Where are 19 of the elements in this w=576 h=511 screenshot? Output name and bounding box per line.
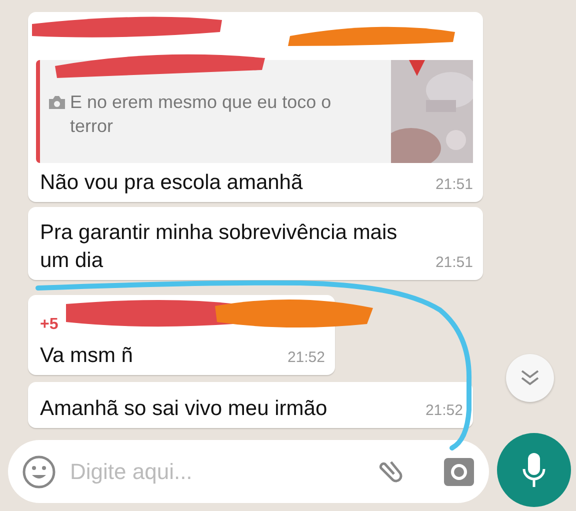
message-time: 21:51 bbox=[435, 174, 473, 194]
composer-bar[interactable]: Digite aqui... bbox=[8, 440, 489, 503]
camera-icon bbox=[48, 94, 66, 110]
double-chevron-icon bbox=[520, 369, 540, 387]
message-text: Amanhã so sai vivo meu irmão bbox=[40, 396, 328, 422]
message-time: 21:52 bbox=[425, 400, 463, 420]
microphone-icon bbox=[522, 452, 546, 488]
emoji-icon[interactable] bbox=[22, 454, 56, 488]
message-time: 21:51 bbox=[435, 252, 473, 272]
message-text: Não vou pra escola amanhã bbox=[40, 170, 303, 196]
quoted-message[interactable]: E no erem mesmo que eu toco o terror bbox=[36, 60, 473, 163]
message-text: Pra garantir minha sobrevivência mais um dia bbox=[40, 220, 398, 274]
quote-caption: E no erem mesmo que eu toco o terror bbox=[70, 90, 332, 138]
message-field[interactable]: Digite aqui... bbox=[68, 454, 361, 489]
sender-name: +5 bbox=[40, 314, 60, 335]
message-text: Va msm ñ bbox=[40, 342, 133, 369]
scroll-down-button[interactable] bbox=[506, 354, 554, 402]
message-time: 21:52 bbox=[287, 348, 325, 368]
camera-icon[interactable] bbox=[443, 456, 475, 486]
